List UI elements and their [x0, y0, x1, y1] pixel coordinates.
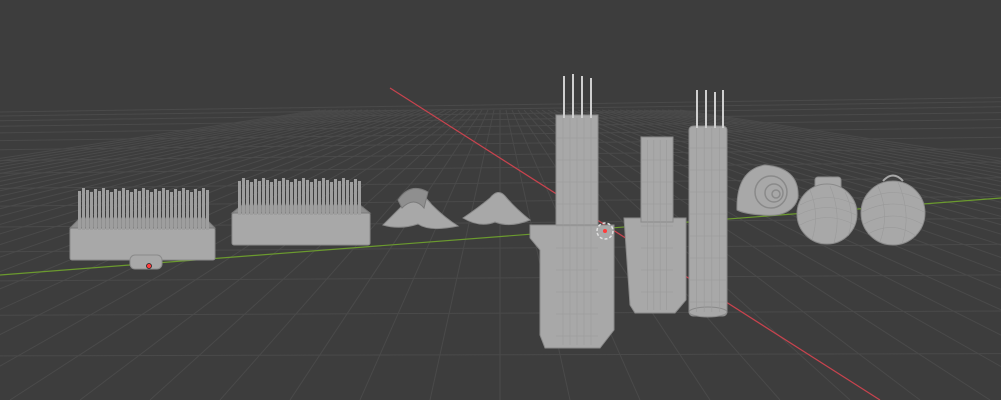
bristle: [182, 188, 185, 230]
bristle: [286, 180, 289, 215]
bristle: [274, 179, 277, 215]
bristle: [154, 189, 157, 230]
bristle: [238, 181, 241, 215]
bristle: [334, 179, 337, 215]
bristle: [86, 190, 89, 230]
bristle: [246, 180, 249, 215]
bristle: [130, 192, 133, 230]
bristle: [350, 182, 353, 215]
grid-line: [0, 97, 1001, 113]
bristle: [158, 191, 161, 230]
bristle: [114, 189, 117, 230]
brush-object-2[interactable]: [230, 178, 372, 246]
bristle: [346, 180, 349, 215]
bristle: [94, 189, 97, 230]
bristle: [186, 190, 189, 230]
bristle: [150, 192, 153, 230]
bristle: [254, 179, 257, 215]
snail-shell-object[interactable]: [736, 164, 799, 216]
bristle: [198, 191, 201, 230]
bristle: [258, 181, 261, 215]
bristle: [134, 189, 137, 230]
cloth-bow-object-2[interactable]: [462, 192, 531, 226]
bristle: [138, 191, 141, 230]
bristle: [342, 178, 345, 215]
bristle: [162, 188, 165, 230]
bristle: [310, 182, 313, 215]
bristle: [314, 179, 317, 215]
bristle: [90, 192, 93, 230]
grid-line: [0, 109, 453, 367]
bristle: [78, 191, 81, 230]
bristle: [290, 182, 293, 215]
bristle: [194, 189, 197, 230]
viewport-canvas[interactable]: [0, 0, 1001, 400]
bristle: [142, 188, 145, 230]
bristle: [322, 178, 325, 215]
bristle: [166, 190, 169, 230]
bristle: [98, 191, 101, 230]
bristle: [270, 182, 273, 215]
yarn-ball-object-2[interactable]: [860, 174, 926, 246]
grid-line: [289, 109, 483, 400]
3d-viewport[interactable]: [0, 0, 1001, 400]
bristle: [262, 178, 265, 215]
bristle: [102, 188, 105, 230]
grid-line: [359, 109, 489, 400]
bristle: [278, 181, 281, 215]
bristle: [82, 188, 85, 230]
bristle: [302, 178, 305, 215]
yarn-ball-object-1[interactable]: [796, 176, 858, 245]
bristle: [174, 189, 177, 230]
bristle: [294, 179, 297, 215]
bristle: [170, 192, 173, 230]
bristle: [326, 180, 329, 215]
bristle: [146, 190, 149, 230]
bristle: [206, 190, 209, 230]
grid-line: [429, 109, 495, 400]
bristle: [338, 181, 341, 215]
bristle: [202, 188, 205, 230]
object-origin-icon: [146, 263, 152, 269]
bristle: [358, 181, 361, 215]
bristle: [178, 191, 181, 230]
bristle: [306, 180, 309, 215]
bristle: [118, 191, 121, 230]
bristle: [298, 181, 301, 215]
bristle: [354, 179, 357, 215]
brush-object-1[interactable]: [68, 188, 217, 270]
bristle: [126, 190, 129, 230]
bristle: [190, 192, 193, 230]
bristle: [282, 178, 285, 215]
bristle: [110, 192, 113, 230]
bristle: [242, 178, 245, 215]
bristle: [122, 188, 125, 230]
cloth-bow-object-1[interactable]: [382, 187, 460, 230]
bristle: [318, 181, 321, 215]
bristle: [106, 190, 109, 230]
bristle: [266, 180, 269, 215]
bristle: [250, 182, 253, 215]
bristle: [330, 182, 333, 215]
